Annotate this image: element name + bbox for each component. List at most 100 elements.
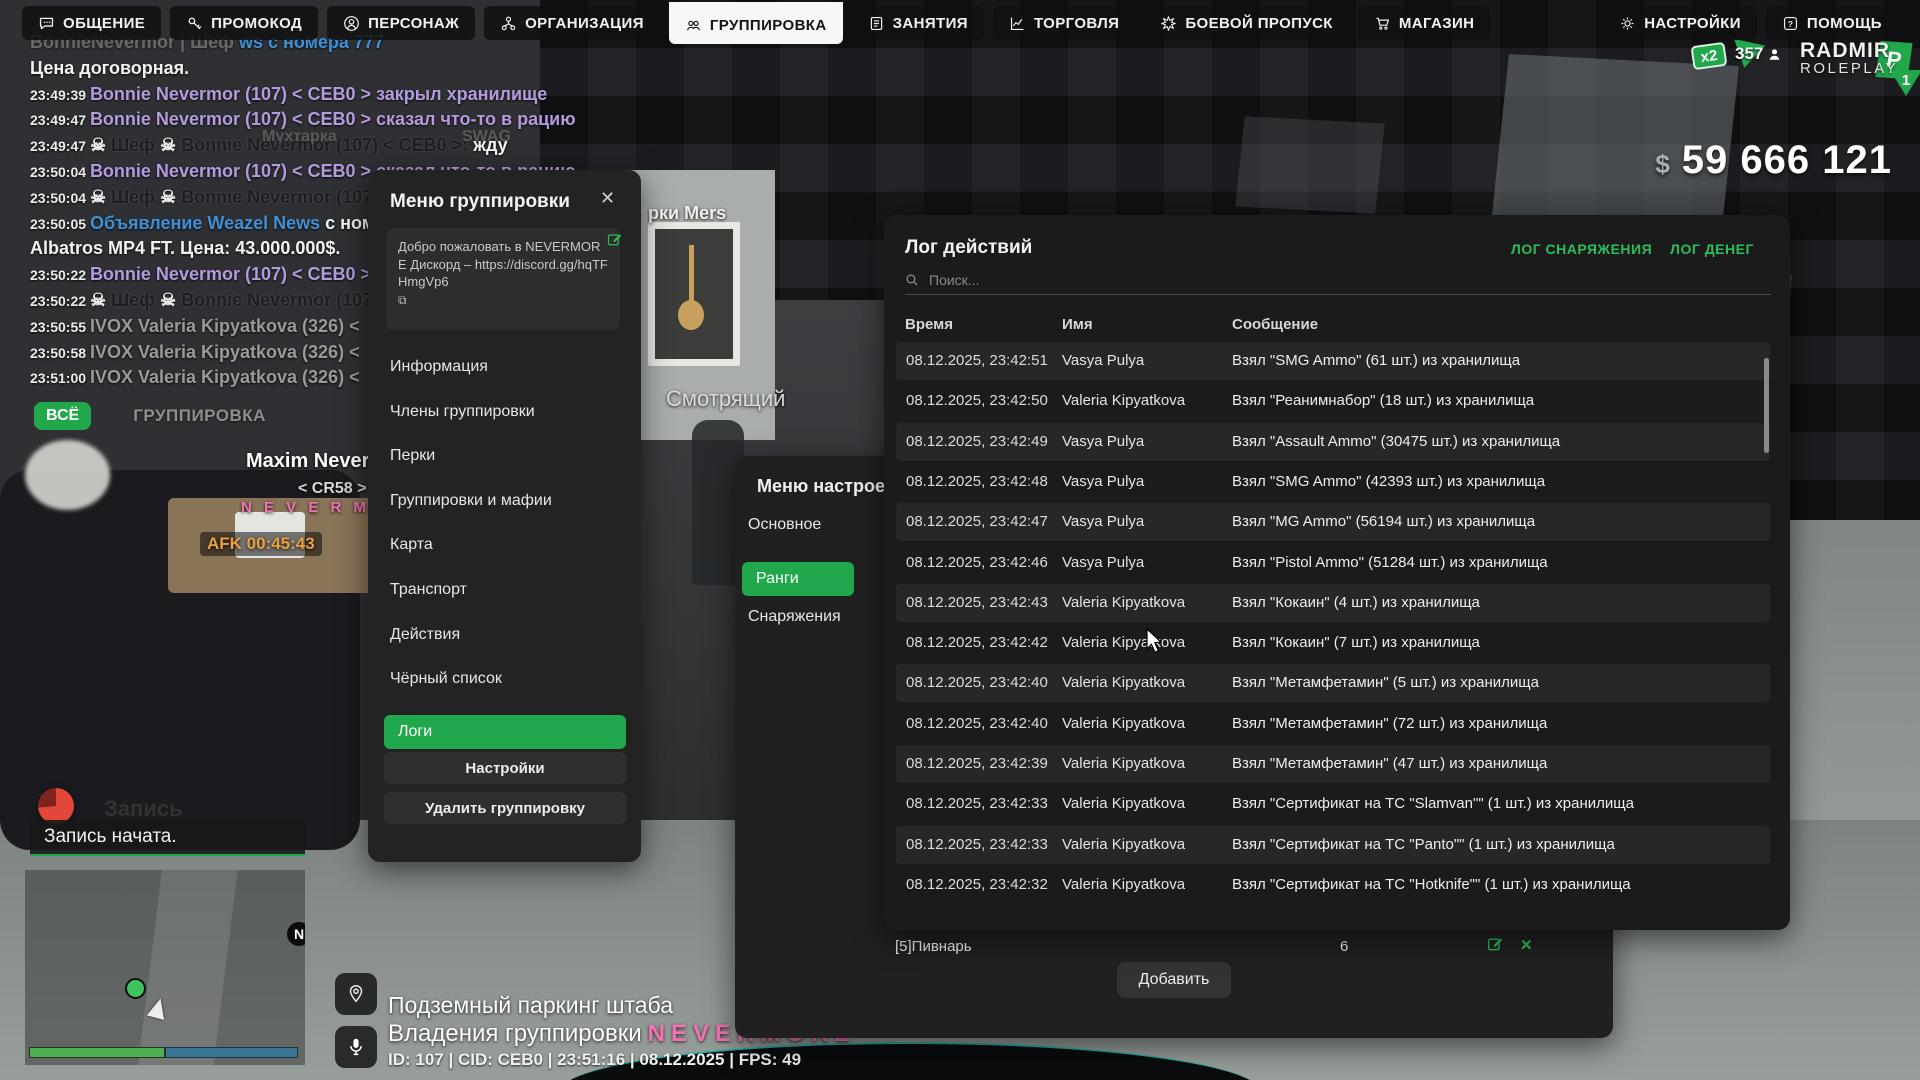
nav-tab-cart[interactable]: МАГАЗИН — [1358, 6, 1491, 40]
log-table-row: 08.12.2025, 23:42:48Vasya PulyaВзял "SMG… — [896, 463, 1770, 501]
chat-segment-dark: Bonnie Nevermor (107 — [176, 290, 372, 310]
chat-segment-ts: 23:50:04 — [30, 164, 90, 180]
rank-delete-icon[interactable]: ✕ — [1520, 936, 1533, 954]
search-input[interactable] — [927, 271, 1731, 289]
nav-tab-person[interactable]: ПЕРСОНАЖ — [327, 6, 475, 40]
chat-segment-blue: Объявление Weazel News — [90, 213, 320, 233]
world-ghost-label: SWAG — [462, 128, 511, 146]
log-table-row: 08.12.2025, 23:42:50Valeria KipyatkovaВз… — [896, 382, 1770, 420]
cart-icon — [1374, 15, 1391, 32]
group-delete-button[interactable]: Удалить группировку — [384, 792, 626, 824]
log-table-row: 08.12.2025, 23:42:33Valeria KipyatkovaВз… — [896, 785, 1770, 823]
battlepass-icon — [1160, 15, 1177, 32]
menu-item-7[interactable]: Действия — [390, 626, 620, 644]
log-cell-name: Vasya Pulya — [1062, 554, 1144, 571]
nav-tab-group[interactable]: ГРУППИРОВКА — [669, 2, 843, 44]
nav-tab-label: БОЕВОЙ ПРОПУСК — [1185, 15, 1333, 32]
guitar-neck — [689, 245, 694, 305]
menu-item-9[interactable]: Логи — [384, 715, 626, 749]
nav-tab-label: МАГАЗИН — [1399, 15, 1475, 32]
copy-icon[interactable]: ⧉ — [398, 293, 407, 307]
chat-segment-skull: ☠ — [160, 135, 176, 155]
rank-row-value: 6 — [1340, 938, 1348, 955]
log-cell-time: 08.12.2025, 23:42:39 — [906, 755, 1048, 772]
gps-button[interactable] — [335, 973, 377, 1015]
log-cell-name: Vasya Pulya — [1062, 352, 1144, 369]
nav-tab-label: ПЕРСОНАЖ — [368, 15, 459, 32]
trade-icon — [1009, 15, 1026, 32]
menu-item-6[interactable]: Транспорт — [390, 581, 620, 599]
chat-segment-ts: 23:50:58 — [30, 345, 90, 361]
log-table: 08.12.2025, 23:42:51Vasya PulyaВзял "SMG… — [896, 342, 1778, 914]
money-log-link[interactable]: ЛОГ ДЕНЕГ — [1670, 241, 1754, 257]
chat-segment-gray: IVOX Valeria Kipyatkova (326) < — [90, 342, 360, 362]
nav-tab-gear[interactable]: НАСТРОЙКИ — [1603, 6, 1757, 40]
log-cell-name: Vasya Pulya — [1062, 433, 1144, 450]
equipment-log-link[interactable]: ЛОГ СНАРЯЖЕНИЯ — [1511, 241, 1652, 257]
log-cell-msg: Взял "Сертификат на ТС "Panto"" (1 шт.) … — [1232, 836, 1615, 853]
money-amount: 59 666 121 — [1682, 138, 1892, 183]
online-count: 357 — [1735, 44, 1782, 64]
chat-segment-skull: ☠ — [160, 187, 176, 207]
log-cell-msg: Взял "Сертификат на ТС "Slamvan"" (1 шт.… — [1232, 795, 1634, 812]
menu-item-1[interactable]: Информация — [390, 358, 620, 376]
close-icon[interactable]: ✕ — [600, 188, 615, 209]
add-rank-button[interactable]: Добавить — [1117, 962, 1231, 998]
location-pin-icon — [345, 983, 367, 1005]
minimap-road — [137, 870, 238, 1065]
nav-tab-trade[interactable]: ТОРГОВЛЯ — [993, 6, 1135, 40]
log-cell-name: Valeria Kipyatkova — [1062, 674, 1185, 691]
chat-segment-ts: 23:50:05 — [30, 216, 90, 232]
svg-text:?: ? — [1788, 18, 1794, 28]
chat-segment-dark: Шеф — [106, 290, 160, 310]
menu-item-5[interactable]: Карта — [390, 536, 620, 554]
location-name: Подземный паркинг штаба — [388, 992, 673, 1019]
chat-line: 23:50:04 ☠ Шеф ☠ Bonnie Nevermor (107 — [30, 187, 372, 208]
log-cell-name: Vasya Pulya — [1062, 473, 1144, 490]
menu-item-2[interactable]: Члены группировки — [390, 403, 620, 421]
world-ghost-label: Мухтарка — [262, 128, 337, 146]
person-icon — [343, 15, 360, 32]
group-settings-button[interactable]: Настройки — [384, 752, 626, 784]
nav-tab-battlepass[interactable]: БОЕВОЙ ПРОПУСК — [1144, 6, 1349, 40]
chat-segment-dark: Шеф — [106, 187, 160, 207]
menu-item-4[interactable]: Группировки и мафии — [390, 492, 620, 510]
currency-sign: $ — [1655, 149, 1669, 180]
log-table-row: 08.12.2025, 23:42:49Vasya PulyaВзял "Ass… — [896, 423, 1770, 461]
record-icon — [38, 788, 74, 824]
chat-segment-ts: 23:49:47 — [30, 138, 90, 154]
menu-item-3[interactable]: Перки — [390, 447, 620, 465]
chat-filter-all[interactable]: ВСЁ — [34, 402, 91, 430]
nav-tab-tasks[interactable]: ЗАНЯТИЯ — [852, 6, 984, 40]
guitar-body — [678, 300, 704, 330]
log-cell-msg: Взял "SMG Ammo" (42393 шт.) из хранилища — [1232, 473, 1545, 490]
chat-fragment: рки Mers — [648, 203, 726, 224]
chat-segment-dark: Шеф — [106, 135, 160, 155]
status-bars — [29, 1047, 298, 1058]
nav-tab-label: ОБЩЕНИЕ — [63, 15, 145, 32]
nav-tab-key[interactable]: ПРОМОКОД — [170, 6, 318, 40]
log-table-row: 08.12.2025, 23:42:40Valeria KipyatkovaВз… — [896, 664, 1770, 702]
log-table-row: 08.12.2025, 23:42:43Valeria KipyatkovaВз… — [896, 584, 1770, 622]
rank-edit-icon[interactable] — [1487, 936, 1503, 957]
chat-filter-group[interactable]: ГРУППИРОВКА — [133, 406, 266, 426]
log-scrollbar[interactable] — [1764, 358, 1769, 453]
gear-icon — [1619, 15, 1636, 32]
nav-tab-label: ОРГАНИЗАЦИЯ — [525, 15, 644, 32]
log-table-row: 08.12.2025, 23:42:32Valeria KipyatkovaВз… — [896, 866, 1770, 904]
menu-item-2[interactable]: Ранги — [742, 562, 854, 596]
menu-item-8[interactable]: Чёрный список — [390, 670, 620, 688]
group-welcome-box: Добро пожаловать в NEVERMORE Дискорд – h… — [386, 228, 620, 330]
edit-welcome-icon[interactable] — [607, 232, 622, 252]
nav-tab-help[interactable]: ?ПОМОЩЬ — [1766, 6, 1898, 40]
voice-button[interactable] — [335, 1026, 377, 1068]
chat-icon — [38, 15, 55, 32]
chat-line: 23:50:05 Объявление Weazel News с ном — [30, 213, 375, 234]
chat-segment-ts: 23:50:22 — [30, 293, 90, 309]
nav-tab-org[interactable]: ОРГАНИЗАЦИЯ — [484, 6, 660, 40]
col-header-time: Время — [905, 316, 953, 333]
nav-tab-chat[interactable]: ОБЩЕНИЕ — [22, 6, 161, 40]
chat-segment-skull: ☠ — [90, 187, 106, 207]
log-table-row: 08.12.2025, 23:42:39Valeria KipyatkovaВз… — [896, 745, 1770, 783]
chat-segment-ts: 23:50:22 — [30, 267, 90, 283]
